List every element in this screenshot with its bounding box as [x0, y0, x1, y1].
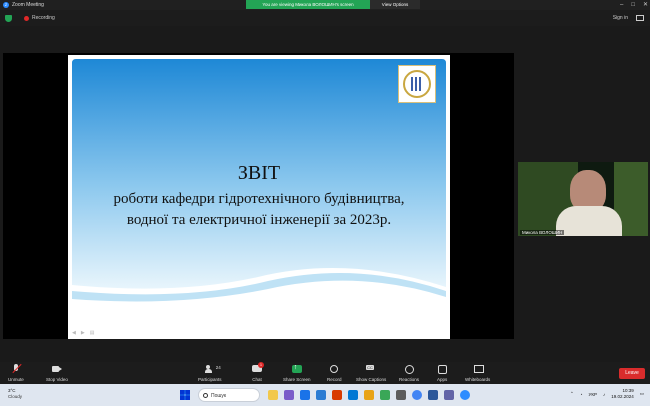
sign-in-link[interactable]: Sign in — [613, 15, 628, 21]
share-screen-icon — [291, 364, 302, 374]
share-screen-label: Share Screen — [283, 377, 311, 382]
chat-label: Chat — [252, 377, 262, 382]
participants-label: Participants — [198, 377, 222, 382]
search-icon — [203, 393, 208, 398]
slide-nav-controls[interactable]: ◀ ▶ ▤ — [72, 330, 94, 336]
top-right-controls: Sign in — [613, 10, 644, 26]
slide-menu-icon[interactable]: ▤ — [90, 330, 95, 336]
windows-taskbar: 3°C Cloudy Пошук ⌃ ◔ УКР ♪ 10:39 19.02.2… — [0, 384, 650, 406]
search-placeholder: Пошук — [211, 393, 227, 399]
participant-name: Микола ВОЛОШИН — [520, 230, 565, 235]
chat-button[interactable]: 1 Chat — [252, 362, 264, 382]
prev-slide-icon[interactable]: ◀ — [72, 330, 76, 336]
whiteboards-button[interactable]: Whiteboards — [465, 364, 490, 382]
presentation-slide: ЗВІТ роботи кафедри гідротехнічного буді… — [68, 55, 450, 339]
muted-mic-icon — [11, 364, 21, 374]
apps-button[interactable]: Apps — [437, 364, 447, 382]
weather-condition: Cloudy — [8, 394, 23, 399]
participant-video-tile[interactable]: Микола ВОЛОШИН — [518, 162, 648, 236]
whiteboard-icon — [473, 364, 484, 374]
notification-icon[interactable]: ▭ — [640, 391, 644, 397]
mail-icon[interactable] — [348, 390, 358, 400]
recording-label[interactable]: Recording — [32, 15, 55, 21]
apps-icon — [437, 364, 448, 374]
share-banner: You are viewing Микола ВОЛОШИН's screen … — [246, 0, 420, 9]
meeting-controls-bar: Unmute Stop Video 24 Participants 1 Chat… — [0, 362, 650, 384]
chat-badge: 1 — [258, 362, 264, 368]
zoom-app-icon: Z — [3, 2, 9, 8]
clock-date: 19.02.2024 — [611, 394, 634, 399]
minimize-icon[interactable]: – — [620, 0, 623, 10]
apps-label: Apps — [437, 377, 448, 382]
share-screen-button[interactable]: Share Screen — [283, 364, 311, 382]
stop-video-label: Stop Video — [46, 377, 68, 382]
language-indicator[interactable]: УКР — [588, 392, 596, 397]
settings-icon[interactable] — [396, 390, 406, 400]
volume-icon[interactable]: ♪ — [603, 392, 605, 397]
taskbar-clock[interactable]: 10:39 19.02.2024 — [611, 388, 634, 400]
share-banner-message: You are viewing Микола ВОЛОШИН's screen — [246, 0, 370, 9]
zoom-taskbar-icon[interactable] — [460, 390, 470, 400]
leave-button[interactable]: Leave — [619, 368, 645, 379]
participants-icon: 24 — [204, 364, 221, 374]
show-captions-button[interactable]: Show Captions — [356, 364, 386, 382]
video-camera-icon — [51, 364, 62, 374]
record-icon — [329, 364, 339, 374]
unmute-label: Unmute — [8, 377, 24, 382]
window-controls: – □ ✕ — [620, 0, 648, 10]
security-shield-icon[interactable] — [5, 14, 12, 22]
unmute-button[interactable]: Unmute — [8, 364, 24, 382]
office-icon[interactable] — [332, 390, 342, 400]
show-captions-label: Show Captions — [356, 377, 387, 382]
reactions-icon — [404, 364, 414, 374]
store-icon[interactable] — [316, 390, 326, 400]
record-button[interactable]: Record — [327, 364, 342, 382]
captions-icon — [366, 364, 376, 374]
participants-button[interactable]: 24 Participants — [198, 364, 222, 382]
university-logo — [398, 65, 436, 103]
reactions-button[interactable]: Reactions — [399, 364, 419, 382]
chrome-icon[interactable] — [412, 390, 422, 400]
chat-icon: 1 — [252, 362, 264, 374]
maximize-icon[interactable]: □ — [631, 0, 635, 10]
edge-icon[interactable] — [300, 390, 310, 400]
slide-subtitle-line2: водної та електричної інженерії за 2023р… — [126, 212, 392, 228]
view-layout-icon[interactable] — [636, 15, 644, 21]
stop-video-button[interactable]: Stop Video — [46, 364, 68, 382]
wifi-icon[interactable]: ◔ — [580, 392, 583, 397]
weather-widget[interactable]: 3°C Cloudy — [8, 388, 22, 400]
whiteboards-label: Whiteboards — [465, 377, 491, 382]
system-tray: ⌃ ◔ УКР ♪ 10:39 19.02.2024 ▭ — [570, 388, 644, 400]
taskbar-search[interactable]: Пошук — [198, 388, 260, 402]
app-icon[interactable] — [364, 390, 374, 400]
file-explorer-icon[interactable] — [268, 390, 278, 400]
tray-chevron-icon[interactable]: ⌃ — [570, 391, 574, 397]
meeting-top-bar: Recording Sign in — [0, 10, 650, 26]
word-icon[interactable] — [428, 390, 438, 400]
record-label: Record — [327, 377, 342, 382]
slide-title: ЗВІТ — [237, 162, 281, 184]
windows-start-icon[interactable] — [180, 390, 190, 400]
slide-subtitle-line1: роботи кафедри гідротехнічного будівницт… — [113, 191, 405, 207]
viber-icon[interactable] — [444, 390, 454, 400]
recording-dot-icon — [24, 15, 29, 21]
participants-count: 24 — [215, 365, 221, 370]
teams-icon[interactable] — [284, 390, 294, 400]
maps-icon[interactable] — [380, 390, 390, 400]
close-icon[interactable]: ✕ — [643, 0, 648, 10]
next-slide-icon[interactable]: ▶ — [81, 330, 85, 336]
reactions-label: Reactions — [399, 377, 420, 382]
view-options-button[interactable]: View Options — [370, 0, 420, 9]
window-title: Zoom Meeting — [12, 2, 44, 8]
